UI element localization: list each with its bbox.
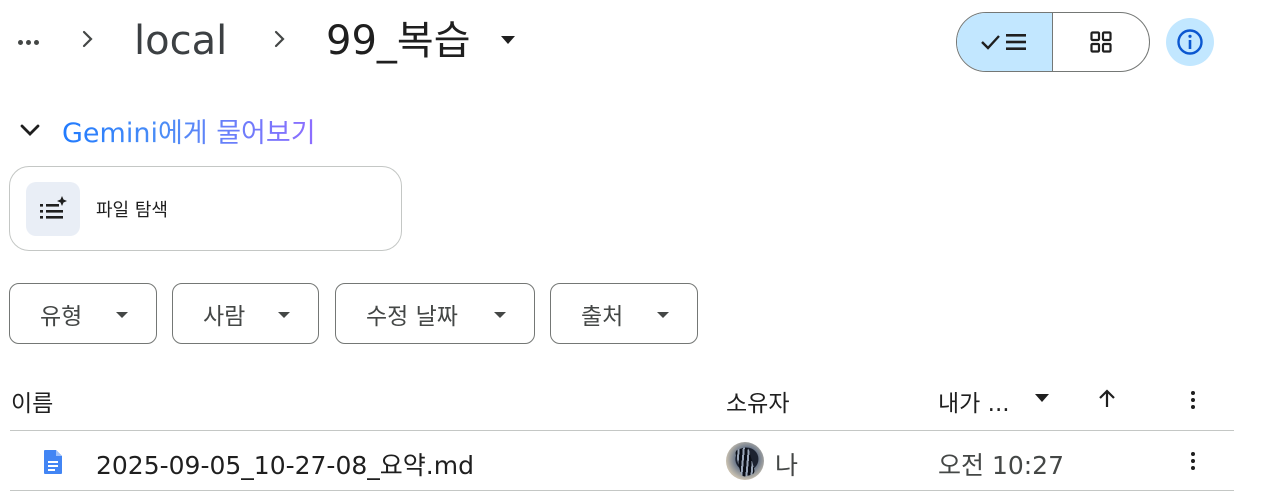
document-icon bbox=[44, 450, 62, 474]
gemini-brand: Gemini bbox=[62, 117, 158, 149]
chevron-right-icon bbox=[82, 30, 93, 48]
gemini-ask-suffix: 에게 물어보기 bbox=[157, 117, 316, 149]
filter-type-chip[interactable]: 유형 bbox=[9, 283, 157, 344]
arrow-drop-down-icon[interactable] bbox=[1032, 392, 1052, 404]
breadcrumb-item-local[interactable]: local bbox=[134, 15, 227, 67]
chevron-right-icon bbox=[274, 30, 285, 48]
info-button[interactable] bbox=[1166, 18, 1214, 66]
arrow-drop-down-icon bbox=[278, 312, 290, 318]
filter-source-chip[interactable]: 출처 bbox=[550, 283, 698, 344]
filter-type-label: 유형 bbox=[40, 303, 83, 330]
view-toggle bbox=[956, 12, 1150, 72]
filter-modified-chip[interactable]: 수정 날짜 bbox=[335, 283, 535, 344]
arrow-drop-down-icon[interactable] bbox=[498, 34, 518, 46]
list-sparkle-icon bbox=[40, 195, 67, 219]
column-header-owner[interactable]: 소유자 bbox=[726, 384, 789, 418]
filter-people-label: 사람 bbox=[203, 303, 246, 330]
list-view-button[interactable] bbox=[957, 13, 1053, 71]
filter-source-label: 출처 bbox=[581, 303, 624, 330]
chevron-down-icon bbox=[20, 124, 40, 136]
file-name[interactable]: 2025-09-05_10-27-08_요약.md bbox=[96, 446, 474, 482]
more-vert-icon[interactable] bbox=[1181, 388, 1205, 412]
more-horiz-icon[interactable] bbox=[12, 30, 44, 54]
row-divider bbox=[10, 490, 1234, 491]
modified-time: 오전 10:27 bbox=[938, 451, 1064, 480]
check-list-view-icon bbox=[980, 34, 1026, 50]
more-vert-icon[interactable] bbox=[1181, 449, 1205, 473]
filter-people-chip[interactable]: 사람 bbox=[172, 283, 319, 344]
arrow-upward-icon[interactable] bbox=[1096, 388, 1118, 410]
column-header-name[interactable]: 이름 bbox=[11, 384, 53, 418]
filter-modified-label: 수정 날짜 bbox=[366, 303, 458, 330]
info-icon bbox=[1177, 29, 1203, 55]
gemini-ask-toggle[interactable]: Gemini에게 물어보기 bbox=[16, 108, 316, 152]
file-search-icon-box bbox=[26, 181, 80, 236]
arrow-drop-down-icon bbox=[494, 312, 506, 318]
breadcrumb-current-folder[interactable]: 99_복습 bbox=[326, 15, 471, 67]
avatar bbox=[726, 442, 764, 480]
arrow-drop-down-icon bbox=[116, 312, 128, 318]
table-row[interactable]: 2025-09-05_10-27-08_요약.md 나 오전 10:27 bbox=[10, 431, 1234, 490]
grid-view-button[interactable] bbox=[1053, 13, 1149, 71]
arrow-drop-down-icon bbox=[657, 312, 669, 318]
file-search-label: 파일 탐색 bbox=[96, 199, 168, 221]
file-search-card[interactable]: 파일 탐색 bbox=[9, 166, 402, 251]
column-header-modified[interactable]: 내가 ... bbox=[938, 384, 1010, 418]
owner-name: 나 bbox=[775, 451, 799, 480]
grid-view-icon bbox=[1090, 31, 1112, 53]
gemini-ask-label: Gemini에게 물어보기 bbox=[62, 111, 316, 150]
